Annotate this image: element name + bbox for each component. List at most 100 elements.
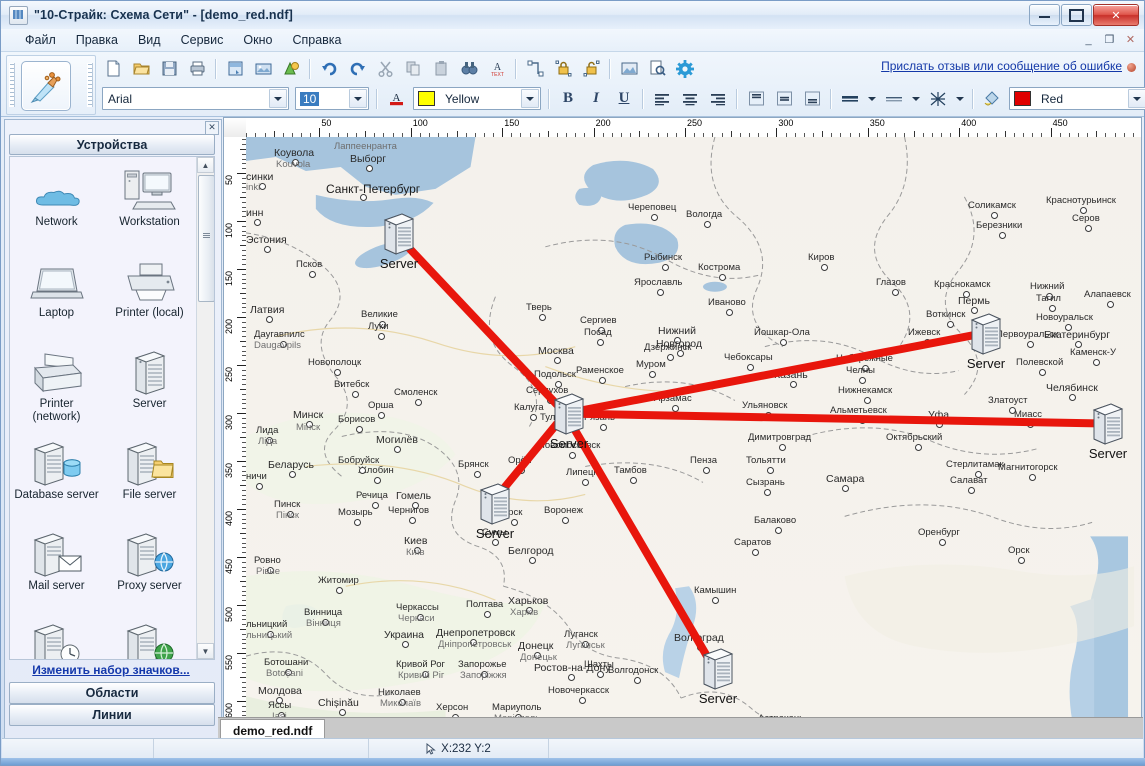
- device-workstation[interactable]: Workstation: [103, 162, 196, 253]
- menu-item-help[interactable]: Справка: [282, 30, 351, 50]
- paint-bucket-icon[interactable]: [979, 86, 1005, 112]
- print-icon[interactable]: [184, 56, 210, 82]
- feedback-link[interactable]: Прислать отзыв или сообщение об ошибке: [881, 59, 1122, 73]
- line-width-dropdown-icon[interactable]: [865, 86, 879, 112]
- copy-icon[interactable]: [400, 56, 426, 82]
- new-document-icon[interactable]: [100, 56, 126, 82]
- device-server[interactable]: Server: [103, 344, 196, 435]
- menu-item-file[interactable]: Файл: [15, 30, 66, 50]
- horizontal-ruler[interactable]: 50100150200250300350400450500: [246, 118, 1141, 138]
- device-network[interactable]: Network: [10, 162, 103, 253]
- toolbar-separator: [609, 58, 611, 79]
- node-server-saint-petersburg[interactable]: Server: [380, 212, 418, 271]
- mdi-minimize-button[interactable]: _: [1079, 31, 1098, 48]
- device-time-server[interactable]: [10, 617, 103, 659]
- print-preview-icon[interactable]: [644, 56, 670, 82]
- close-button[interactable]: ✕: [1093, 4, 1139, 26]
- device-web-server[interactable]: [103, 617, 196, 659]
- ruler-tick: [237, 365, 246, 366]
- device-printer-network[interactable]: Printer (network): [10, 344, 103, 435]
- ruler-label: 450: [1052, 118, 1068, 128]
- chevron-down-icon[interactable]: [349, 89, 367, 108]
- line-style-icon[interactable]: [881, 86, 907, 112]
- device-label: Mail server: [28, 580, 85, 592]
- node-server-perm[interactable]: Server: [967, 312, 1005, 371]
- ruler-tick: [502, 128, 504, 137]
- align-left-icon[interactable]: [649, 86, 675, 112]
- section-lines-button[interactable]: Линии: [9, 704, 215, 726]
- device-database-server[interactable]: Database server: [10, 435, 103, 526]
- unlock-object-icon[interactable]: [578, 56, 604, 82]
- scroll-up-icon[interactable]: ▲: [197, 157, 214, 173]
- chevron-down-icon[interactable]: [521, 89, 539, 108]
- maximize-button[interactable]: [1061, 4, 1092, 26]
- save-disk-icon[interactable]: [156, 56, 182, 82]
- toolbar-grip-left[interactable]: [9, 63, 15, 107]
- line-color-combo[interactable]: Red: [1009, 87, 1145, 110]
- device-label: Network: [35, 216, 78, 228]
- section-areas-button[interactable]: Области: [9, 682, 215, 704]
- connect-objects-icon[interactable]: [522, 56, 548, 82]
- font-size-combo[interactable]: 10: [295, 87, 369, 110]
- toolbar-grip-right[interactable]: [87, 63, 93, 107]
- node-server-gomel[interactable]: Server: [476, 482, 514, 541]
- window-bottom-band: [1, 758, 1145, 765]
- paste-icon[interactable]: [428, 56, 454, 82]
- italic-button[interactable]: I: [583, 86, 609, 112]
- ruler-corner: [224, 118, 247, 138]
- insert-chart-icon[interactable]: [278, 56, 304, 82]
- background-image-icon[interactable]: [616, 56, 642, 82]
- font-color-icon[interactable]: A: [383, 86, 409, 112]
- settings-gear-icon[interactable]: [672, 56, 698, 82]
- align-right-icon[interactable]: [705, 86, 731, 112]
- scroll-down-icon[interactable]: ▼: [197, 643, 214, 659]
- lock-object-icon[interactable]: [550, 56, 576, 82]
- vertical-ruler[interactable]: 50 100 150 200 250 300 350 400 450 500 550 600: [224, 137, 247, 738]
- menu-item-window[interactable]: Окно: [233, 30, 282, 50]
- open-folder-icon[interactable]: [128, 56, 154, 82]
- chevron-down-icon[interactable]: [1128, 89, 1145, 108]
- status-cell-1: [2, 739, 154, 758]
- valign-bottom-icon[interactable]: [799, 86, 825, 112]
- network-wizard-icon[interactable]: [21, 61, 71, 111]
- node-server-moscow[interactable]: Server: [550, 392, 588, 451]
- underline-button[interactable]: U: [611, 86, 637, 112]
- valign-top-icon[interactable]: [743, 86, 769, 112]
- device-mail-server[interactable]: Mail server: [10, 526, 103, 617]
- line-width-icon[interactable]: [837, 86, 863, 112]
- mdi-close-button[interactable]: ✕: [1121, 31, 1140, 48]
- line-pattern-icon[interactable]: [925, 86, 951, 112]
- page-setup-icon[interactable]: [222, 56, 248, 82]
- device-proxy-server[interactable]: Proxy server: [103, 526, 196, 617]
- valign-middle-icon[interactable]: [771, 86, 797, 112]
- device-printer-local[interactable]: Printer (local): [103, 253, 196, 344]
- menu-item-service[interactable]: Сервис: [171, 30, 234, 50]
- bold-button[interactable]: B: [555, 86, 581, 112]
- scrollbar-thumb[interactable]: [198, 175, 214, 302]
- change-icon-set-link[interactable]: Изменить набор значков...: [5, 663, 217, 677]
- redo-icon[interactable]: [344, 56, 370, 82]
- find-binoculars-icon[interactable]: [456, 56, 482, 82]
- minimize-button[interactable]: [1029, 4, 1060, 26]
- map-canvas[interactable]: Коувола Kouvola Выборг Санкт-Петербург Лаппе…: [246, 137, 1141, 738]
- device-laptop[interactable]: Laptop: [10, 253, 103, 344]
- mdi-restore-button[interactable]: ❐: [1100, 31, 1119, 48]
- menu-item-edit[interactable]: Правка: [66, 30, 128, 50]
- line-style-dropdown-icon[interactable]: [909, 86, 923, 112]
- find-text-icon[interactable]: A TEXT: [484, 56, 510, 82]
- font-name-combo[interactable]: Arial: [102, 87, 289, 110]
- insert-image-icon[interactable]: [250, 56, 276, 82]
- align-center-icon[interactable]: [677, 86, 703, 112]
- menu-item-view[interactable]: Вид: [128, 30, 171, 50]
- close-panel-icon[interactable]: ✕: [205, 121, 219, 135]
- device-file-server[interactable]: File server: [103, 435, 196, 526]
- node-server-chelyabinsk[interactable]: Server: [1089, 402, 1127, 461]
- node-server-volgograd[interactable]: Server: [699, 647, 737, 706]
- cut-scissors-icon[interactable]: [372, 56, 398, 82]
- devices-scrollbar[interactable]: ▲ ▼: [196, 157, 214, 659]
- fill-color-combo[interactable]: Yellow: [413, 87, 541, 110]
- line-pattern-dropdown-icon[interactable]: [953, 86, 967, 112]
- chevron-down-icon[interactable]: [269, 89, 287, 108]
- time-server-icon: [31, 621, 83, 659]
- undo-icon[interactable]: [316, 56, 342, 82]
